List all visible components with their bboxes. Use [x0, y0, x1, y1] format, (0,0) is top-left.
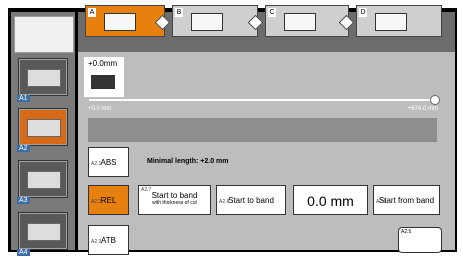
start-to-band-label: Start to band: [228, 196, 274, 205]
sidebar-a1-tag: A1: [17, 95, 30, 102]
position-slider-knob[interactable]: [430, 95, 440, 105]
tab-a-icon: [104, 13, 136, 31]
sidebar-a3-icon: [27, 171, 61, 189]
start-to-band-thickness-sublabel: with thickness of cut: [152, 200, 197, 206]
machine-icon: [91, 75, 115, 89]
start-from-band-button[interactable]: A2.9 Start from band: [373, 185, 440, 215]
sidebar-a1-icon: [27, 69, 61, 87]
start-to-band-button[interactable]: A2.8 Start to band: [216, 185, 286, 215]
info-bar: [88, 118, 437, 142]
start-to-band-thickness-button[interactable]: A2.7 Start to band with thickness of cut: [138, 185, 211, 215]
sidebar-a3-tag: A3: [17, 197, 30, 204]
tab-d-icon: [375, 13, 407, 31]
tab-b-letter: B: [175, 8, 183, 17]
tab-a-letter: A: [88, 8, 96, 17]
atb-label: ATB: [101, 236, 116, 245]
tab-a[interactable]: A: [85, 5, 165, 37]
tab-c-icon: [284, 13, 316, 31]
start-to-band-code: A2.8: [219, 199, 230, 205]
position-display: +0.0mm: [84, 57, 124, 97]
slider-max-label: +676.0 mm: [407, 106, 438, 112]
rel-label: REL: [100, 196, 117, 205]
rel-code: A2.2: [91, 199, 102, 205]
tab-b-icon: [191, 13, 223, 31]
start-from-band-code: A2.9: [376, 199, 387, 205]
atb-code: A2.3: [91, 239, 102, 245]
tab-b[interactable]: B: [172, 5, 258, 37]
control-panel-icon[interactable]: A2.5: [398, 227, 442, 253]
abs-button[interactable]: A2.1 ABS: [88, 147, 129, 177]
sidebar-a2-icon: [27, 119, 61, 137]
abs-label: ABS: [100, 158, 117, 167]
sidebar-a4-icon: [27, 223, 61, 241]
sidebar-item-a4[interactable]: A4: [17, 212, 68, 256]
slider-min-label: +0.0 mm: [88, 106, 112, 112]
tab-d-letter: D: [359, 8, 367, 17]
atb-button[interactable]: A2.3 ATB: [88, 225, 129, 255]
position-value: +0.0mm: [88, 59, 118, 68]
abs-code: A2.1: [91, 161, 102, 167]
position-slider-track[interactable]: [89, 99, 432, 101]
minimal-length-label: Minimal length: +2.0 mm: [147, 158, 229, 165]
control-panel-code: A2.5: [401, 229, 412, 235]
sidebar-a2-tag: A2: [17, 145, 30, 152]
sidebar-item-a1[interactable]: A1: [17, 58, 68, 102]
start-to-band-thickness-code: A2.7: [141, 187, 152, 193]
start-from-band-label: Start from band: [378, 196, 435, 205]
sidebar-item-a2[interactable]: A2: [17, 108, 68, 152]
sidebar-item-a3[interactable]: A3: [17, 160, 68, 204]
tab-c[interactable]: C: [265, 5, 349, 37]
tab-c-letter: C: [268, 8, 276, 17]
tab-d[interactable]: D: [356, 5, 442, 37]
sidebar-lock-panel: [14, 16, 74, 53]
rel-button[interactable]: A2.2 REL: [88, 185, 129, 215]
length-readout[interactable]: 0.0 mm: [293, 185, 368, 215]
sidebar-a4-tag: A4: [17, 249, 30, 256]
